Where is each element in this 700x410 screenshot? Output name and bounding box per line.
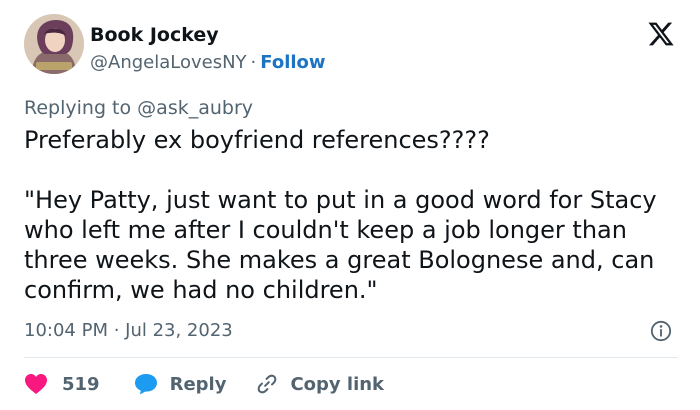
copy-link-label: Copy link [290, 373, 385, 395]
action-bar: 519 Reply Copy link [24, 370, 384, 398]
copy-link-button[interactable]: Copy link [256, 373, 384, 395]
heart-icon [25, 374, 47, 394]
author-name[interactable]: Book Jockey [90, 22, 219, 48]
x-logo-icon[interactable] [646, 20, 676, 48]
reply-label: Reply [169, 373, 227, 395]
link-icon [258, 374, 277, 394]
like-count: 519 [62, 373, 100, 395]
reply-bubble-icon [134, 374, 157, 395]
info-icon[interactable] [650, 320, 672, 342]
reply-context: Replying to @ask_aubry [24, 95, 253, 121]
tweet-line-1: Preferably ex boyfriend references???? [24, 126, 490, 154]
reply-prefix: Replying to [24, 97, 132, 119]
like-button[interactable]: 519 [24, 373, 100, 395]
tweet-line-2: "Hey Patty, just want to put in a good w… [24, 186, 657, 304]
divider [24, 357, 678, 358]
tweet-timestamp[interactable]: 10:04 PM · Jul 23, 2023 [24, 318, 233, 344]
avatar-portrait [24, 14, 84, 74]
reply-button[interactable]: Reply [134, 373, 227, 395]
avatar[interactable] [24, 14, 84, 74]
follow-button[interactable]: Follow [260, 52, 325, 73]
reply-mention[interactable]: @ask_aubry [137, 97, 253, 119]
separator-dot: · [250, 52, 257, 73]
tweet-text: Preferably ex boyfriend references???? "… [24, 125, 684, 305]
author-handle-row: @AngelaLovesNY · Follow [90, 50, 326, 76]
author-handle[interactable]: @AngelaLovesNY [90, 52, 247, 73]
